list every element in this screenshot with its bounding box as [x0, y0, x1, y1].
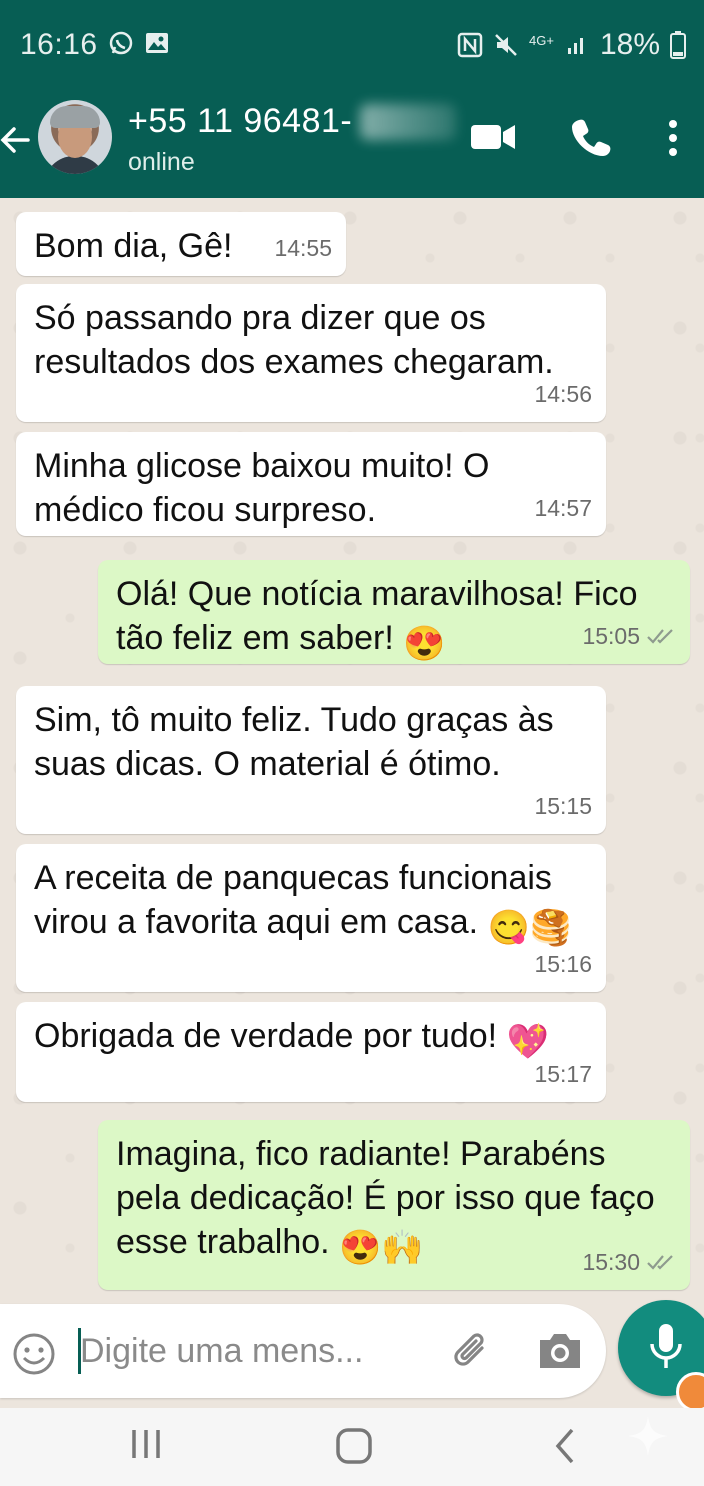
double-check-icon [647, 629, 673, 644]
microphone-icon [650, 1324, 682, 1368]
status-time: 16:16 [20, 28, 98, 61]
more-options-icon[interactable] [668, 118, 678, 158]
message-incoming[interactable]: Minha glicose baixou muito! O médico fic… [16, 432, 606, 536]
battery-percent: 18% [599, 28, 660, 61]
message-time: 15:30 [582, 1240, 676, 1284]
message-time: 15:16 [534, 951, 592, 977]
message-time: 15:05 [582, 614, 676, 658]
signal-icon [567, 38, 583, 54]
message-time: 14:55 [274, 235, 332, 261]
chat-header: +55 11 96481- online [0, 86, 704, 198]
attach-icon[interactable] [448, 1328, 496, 1376]
message-incoming[interactable]: Bom dia, Gê! 14:55 [16, 212, 346, 276]
mute-icon [495, 34, 517, 56]
video-call-icon[interactable] [470, 122, 516, 152]
message-text: Sim, tô muito feliz. Tudo graças às suas… [34, 701, 554, 783]
chat-area[interactable]: Bom dia, Gê! 14:55 Só passando pra dizer… [0, 198, 704, 1308]
nfc-icon [457, 32, 483, 58]
system-nav-bar [0, 1408, 704, 1486]
home-icon[interactable] [334, 1426, 374, 1466]
message-text: Minha glicose baixou muito! O médico fic… [34, 447, 490, 529]
message-incoming[interactable]: Só passando pra dizer que os resultados … [16, 284, 606, 422]
network-type: 4G+ [529, 33, 554, 48]
back-icon[interactable] [552, 1426, 576, 1466]
back-arrow-icon[interactable] [0, 120, 34, 160]
emoji-picker-icon[interactable] [12, 1332, 56, 1376]
message-time: 14:56 [534, 381, 592, 407]
floating-app-badge[interactable] [676, 1372, 704, 1412]
message-time: 15:17 [534, 1061, 592, 1087]
battery-icon [670, 31, 686, 59]
sparkle-watermark-icon [628, 1416, 668, 1456]
message-incoming[interactable]: A receita de panquecas funcionais virou … [16, 844, 606, 992]
camera-icon[interactable] [536, 1330, 584, 1372]
gallery-notification-icon [146, 33, 168, 53]
whatsapp-notification-icon [109, 31, 133, 55]
message-time: 15:15 [534, 793, 592, 819]
message-incoming[interactable]: Sim, tô muito feliz. Tudo graças às suas… [16, 686, 606, 834]
message-text: Só passando pra dizer que os resultados … [34, 299, 554, 381]
heart-eyes-emoji: 😍 [403, 625, 446, 663]
contact-avatar[interactable] [38, 100, 112, 174]
contact-status: online [128, 148, 195, 176]
status-bar: 16:16 4G+ 18% [0, 0, 704, 86]
message-outgoing[interactable]: Olá! Que notícia maravilhosa! Fico tão f… [98, 560, 690, 664]
heart-eyes-raised-hands-emoji: 😍🙌 [339, 1229, 424, 1267]
composer-bar [0, 1298, 704, 1412]
message-text: Olá! Que notícia maravilhosa! Fico tão f… [116, 575, 638, 657]
message-text: A receita de panquecas funcionais virou … [34, 859, 552, 941]
contact-name[interactable]: +55 11 96481- [128, 102, 352, 141]
message-time: 14:57 [534, 495, 592, 521]
double-check-icon [647, 1255, 673, 1270]
composer-pill [0, 1304, 606, 1398]
voice-call-icon[interactable] [570, 116, 612, 158]
message-incoming[interactable]: Obrigada de verdade por tudo! 💖 15:17 [16, 1002, 606, 1102]
message-outgoing[interactable]: Imagina, fico radiante! Parabéns pela de… [98, 1120, 690, 1290]
message-input[interactable] [80, 1326, 430, 1376]
recent-apps-icon[interactable] [128, 1426, 164, 1462]
message-text: Obrigada de verdade por tudo! [34, 1017, 498, 1055]
redacted-number-blur [360, 104, 456, 140]
